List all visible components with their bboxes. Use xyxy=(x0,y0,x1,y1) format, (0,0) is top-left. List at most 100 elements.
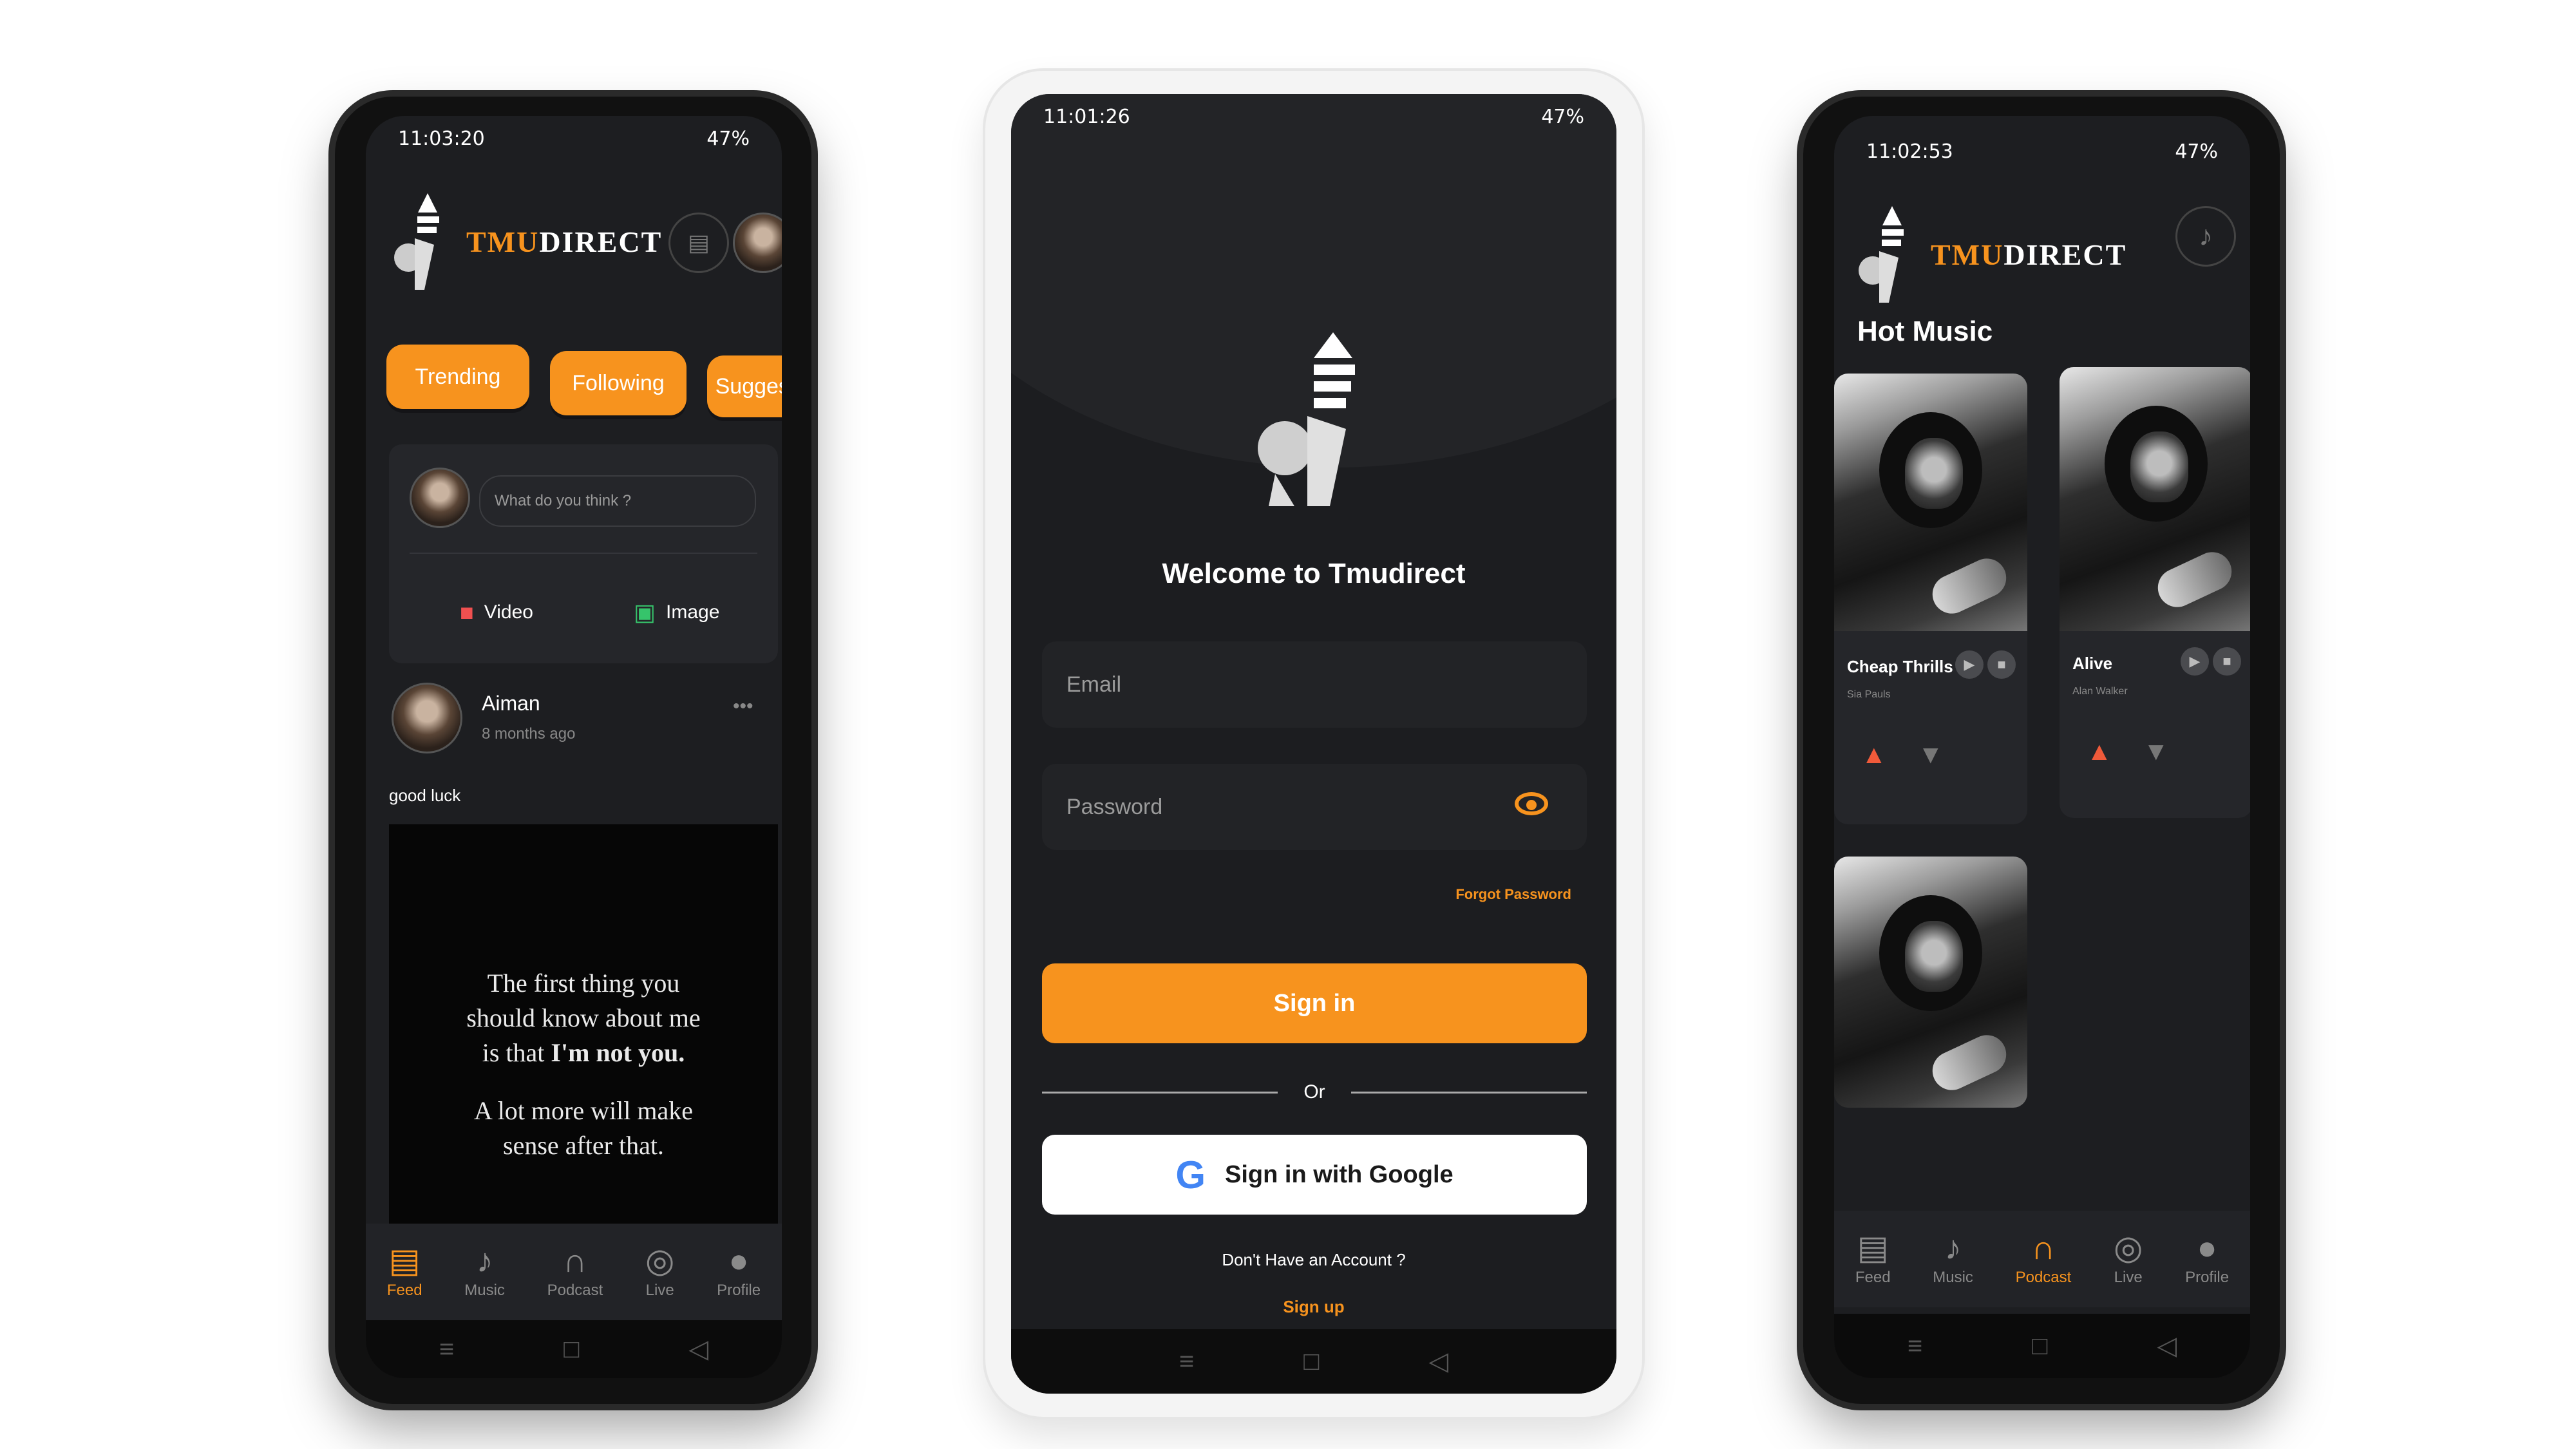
menu-icon[interactable]: ≡ xyxy=(1908,1332,1922,1361)
section-title: Hot Music xyxy=(1857,316,1993,347)
post-timestamp: 8 months ago xyxy=(482,725,576,743)
home-icon[interactable]: □ xyxy=(1303,1347,1319,1376)
tab-profile[interactable]: ● Profile xyxy=(2185,1231,2229,1287)
login-screen: 11:01:26 47% Welcome to Tmudirect Email … xyxy=(1011,94,1616,1394)
chip-trending[interactable]: Trending xyxy=(386,345,529,409)
document-icon[interactable]: ▤ xyxy=(668,213,729,273)
video-label: Video xyxy=(484,601,533,623)
composer-card: What do you think ? ■ Video ▣ Image xyxy=(389,444,778,663)
divider xyxy=(410,553,757,554)
post-image[interactable]: The first thing you should know about me… xyxy=(389,824,778,1224)
chip-suggested[interactable]: Suggest xyxy=(707,355,782,417)
profile-avatar[interactable] xyxy=(733,213,782,273)
battery-percent: 47% xyxy=(1541,105,1584,128)
tab-live[interactable]: ◎ Live xyxy=(2114,1231,2143,1287)
bottom-tab-bar: ▤ Feed ♪ Music ∩ Podcast ◎ Live ● Profile xyxy=(1834,1211,2250,1307)
brand-logo: TMUDIRECT xyxy=(389,193,662,290)
play-icon[interactable]: ▶ xyxy=(2181,647,2209,676)
tab-live[interactable]: ◎ Live xyxy=(645,1244,674,1300)
music-note-icon: ♪ xyxy=(1944,1229,1962,1267)
google-g-icon: G xyxy=(1175,1153,1206,1197)
tab-podcast[interactable]: ∩ Podcast xyxy=(547,1244,603,1300)
home-icon[interactable]: □ xyxy=(2032,1332,2047,1361)
or-divider: Or xyxy=(1042,1079,1587,1105)
music-note-icon: ♪ xyxy=(476,1242,493,1280)
tab-music[interactable]: ♪ Music xyxy=(1933,1231,1973,1287)
home-icon[interactable]: □ xyxy=(564,1335,579,1364)
song-card[interactable]: Alive Alan Walker ▶ ■ ▲ ▼ xyxy=(2060,367,2250,818)
feed-screen: 11:03:20 47% TMUDIRECT ▤ Trending Follow… xyxy=(366,116,782,1378)
right-phone: 11:02:53 47% TMUDIRECT ♪ Hot Music Cheap… xyxy=(1803,97,2280,1404)
tab-music[interactable]: ♪ Music xyxy=(464,1244,505,1300)
status-time: 11:03:20 xyxy=(398,127,485,150)
chip-following[interactable]: Following xyxy=(550,351,687,415)
headphones-icon: ∩ xyxy=(563,1242,587,1280)
password-field[interactable]: Password xyxy=(1042,764,1587,850)
logo-icon xyxy=(1853,206,1911,303)
post-author-name[interactable]: Aiman xyxy=(482,692,540,715)
brand-logo: TMUDIRECT xyxy=(1853,206,2126,303)
status-bar: 11:01:26 47% xyxy=(1011,94,1616,139)
thumbs-down-icon[interactable]: ▼ xyxy=(1918,741,1944,770)
google-sign-in-button[interactable]: G Sign in with Google xyxy=(1042,1135,1587,1215)
menu-icon[interactable]: ≡ xyxy=(439,1335,454,1364)
music-screen: 11:02:53 47% TMUDIRECT ♪ Hot Music Cheap… xyxy=(1834,116,2250,1378)
tab-feed[interactable]: ▤ Feed xyxy=(387,1244,422,1300)
thumbs-up-icon[interactable]: ▲ xyxy=(1861,741,1887,770)
video-camera-icon: ■ xyxy=(460,599,474,625)
thumbs-up-icon[interactable]: ▲ xyxy=(2087,737,2112,766)
play-icon[interactable]: ▶ xyxy=(1955,650,1984,679)
person-icon: ● xyxy=(728,1242,749,1280)
song-artist: Alan Walker xyxy=(2072,686,2128,697)
sign-up-link[interactable]: Sign up xyxy=(1011,1297,1616,1317)
feed-icon: ▤ xyxy=(1857,1229,1889,1267)
welcome-title: Welcome to Tmudirect xyxy=(1162,558,1466,589)
music-note-icon[interactable]: ♪ xyxy=(2175,206,2236,267)
login-logo-icon xyxy=(1249,332,1378,513)
post-more-icon[interactable]: ••• xyxy=(733,696,753,717)
video-button[interactable]: ■ Video xyxy=(460,599,533,626)
person-icon: ● xyxy=(2197,1229,2217,1267)
tab-profile[interactable]: ● Profile xyxy=(717,1244,761,1300)
feed-icon: ▤ xyxy=(388,1242,421,1280)
stop-icon[interactable]: ■ xyxy=(2213,647,2241,676)
status-bar: 11:03:20 47% xyxy=(366,116,782,161)
song-title: Alive xyxy=(2072,654,2113,673)
brand-name: TMUDIRECT xyxy=(466,225,663,258)
status-time: 11:02:53 xyxy=(1866,140,1953,163)
back-icon[interactable]: ◁ xyxy=(1428,1347,1448,1376)
email-field[interactable]: Email xyxy=(1042,641,1587,728)
image-button[interactable]: ▣ Image xyxy=(634,599,719,626)
menu-icon[interactable]: ≡ xyxy=(1179,1347,1194,1376)
image-icon: ▣ xyxy=(634,599,656,625)
back-icon[interactable]: ◁ xyxy=(2157,1331,2177,1361)
back-icon[interactable]: ◁ xyxy=(688,1334,708,1364)
broadcast-icon: ◎ xyxy=(2114,1229,2143,1267)
album-art xyxy=(2060,367,2250,631)
composer-input[interactable]: What do you think ? xyxy=(479,475,756,527)
song-card[interactable] xyxy=(1834,857,2027,1108)
system-nav-bar: ≡ □ ◁ xyxy=(366,1320,782,1378)
broadcast-icon: ◎ xyxy=(645,1242,675,1280)
post-author-avatar[interactable] xyxy=(392,683,462,753)
song-card[interactable]: Cheap Thrills Sia Pauls ▶ ■ ▲ ▼ xyxy=(1834,374,2027,824)
tab-feed[interactable]: ▤ Feed xyxy=(1855,1231,1891,1287)
center-phone: 11:01:26 47% Welcome to Tmudirect Email … xyxy=(985,71,1642,1417)
stop-icon[interactable]: ■ xyxy=(1987,650,2016,679)
forgot-password-link[interactable]: Forgot Password xyxy=(1455,886,1571,903)
left-phone: 11:03:20 47% TMUDIRECT ▤ Trending Follow… xyxy=(335,97,811,1404)
album-art xyxy=(1834,374,2027,631)
sign-in-button[interactable]: Sign in xyxy=(1042,963,1587,1043)
thumbs-down-icon[interactable]: ▼ xyxy=(2143,737,2169,766)
battery-percent: 47% xyxy=(706,127,750,150)
playback-controls: ▶ ■ xyxy=(2181,647,2241,676)
status-bar: 11:02:53 47% xyxy=(1834,129,2250,174)
logo-icon xyxy=(389,193,447,290)
headphones-icon: ∩ xyxy=(2031,1229,2056,1267)
show-password-eye-icon[interactable] xyxy=(1515,792,1548,815)
playback-controls: ▶ ■ xyxy=(1955,650,2016,679)
image-label: Image xyxy=(666,601,720,623)
tab-podcast[interactable]: ∩ Podcast xyxy=(2016,1231,2072,1287)
user-avatar xyxy=(410,468,470,528)
battery-percent: 47% xyxy=(2175,140,2218,163)
